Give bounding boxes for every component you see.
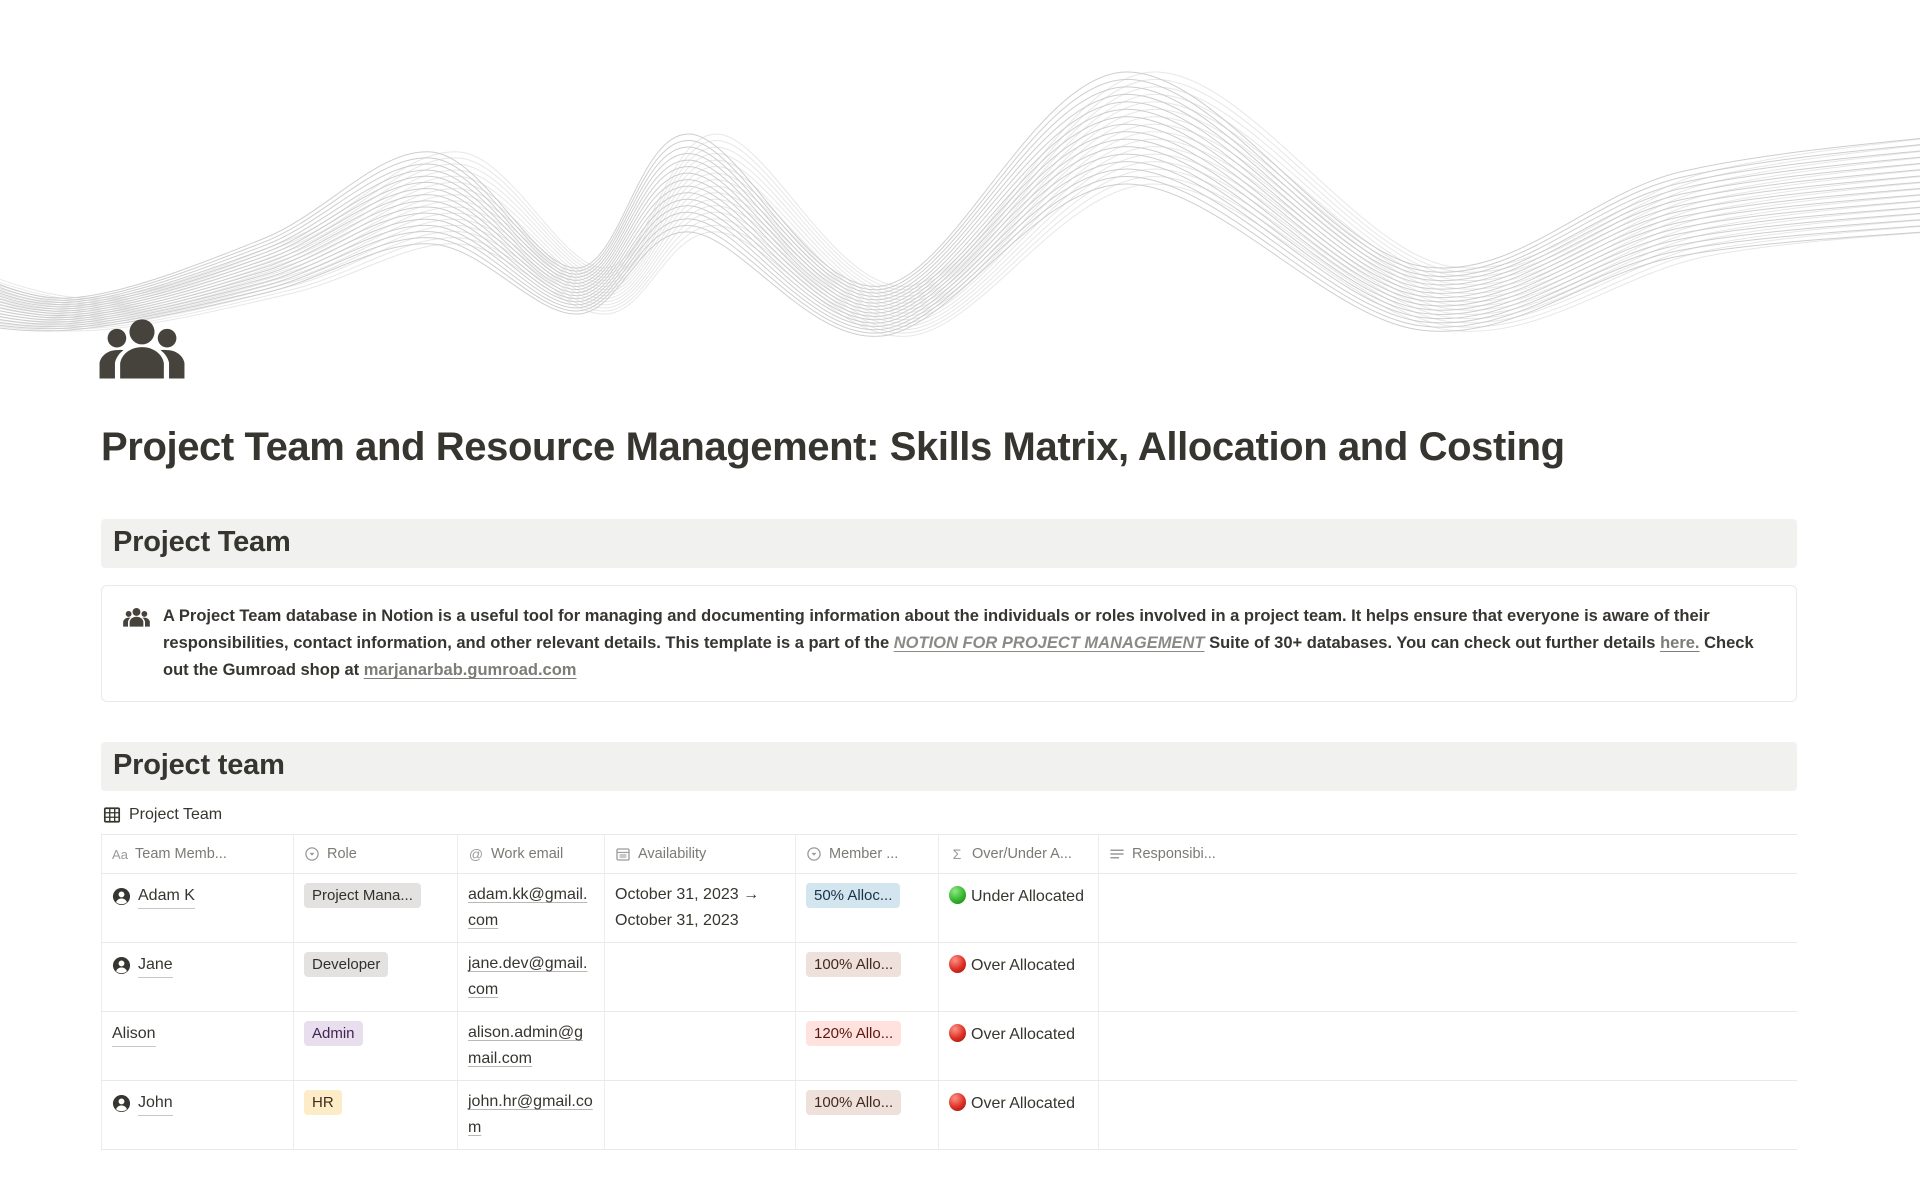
cell-over-under-allocated[interactable]: Over Allocated [939,1012,1099,1080]
wave-pattern [0,0,1920,360]
people-group-icon [123,606,150,628]
status-label: Over Allocated [971,1095,1075,1112]
link-notion-for-project-management[interactable]: NOTION FOR PROJECT MANAGEMENT [894,634,1205,652]
table-row-jane: Jane Developer jane.dev@gmail.com 100% A… [101,943,1797,1012]
person-icon [112,887,131,906]
page-title: Project Team and Resource Management: Sk… [101,424,1797,470]
cell-work-email[interactable]: john.hr@gmail.com [458,1081,605,1149]
cell-member-allocation[interactable]: 100% Allo... [796,943,939,1011]
cell-availability[interactable] [605,943,796,1011]
cell-over-under-allocated[interactable]: Over Allocated [939,1081,1099,1149]
table-row-alison: Alison Admin alison.admin@gmail.com 120%… [101,1012,1797,1081]
text-icon [1109,846,1125,862]
status-red-circle-icon [949,1093,966,1111]
status-red-circle-icon [949,955,966,973]
callout: A Project Team database in Notion is a u… [101,585,1797,702]
database-view-title[interactable]: Project Team [101,802,1797,828]
allocation-tag: 50% Alloc... [806,883,900,908]
select-icon [806,846,822,862]
project-team-table: Aa Team Memb... Role @ Work email Availa… [101,834,1797,1150]
cover-image [0,0,1920,360]
status-label: Over Allocated [971,957,1075,974]
allocation-tag: 120% Allo... [806,1021,901,1046]
heading-project-team-lower: Project team [101,742,1797,791]
callout-text: A Project Team database in Notion is a u… [163,603,1774,684]
select-icon [304,846,320,862]
cell-team-member[interactable]: Adam K [101,874,294,942]
person-icon [112,1094,131,1113]
link-here[interactable]: here. [1660,634,1699,652]
cell-responsibilities[interactable] [1099,1081,1797,1149]
cell-availability[interactable]: October 31, 2023 → October 31, 2023 [605,874,796,942]
cell-role[interactable]: Project Mana... [294,874,458,942]
title-icon: Aa [112,846,128,862]
cell-work-email[interactable]: jane.dev@gmail.com [458,943,605,1011]
person-icon [112,956,131,975]
cell-over-under-allocated[interactable]: Over Allocated [939,943,1099,1011]
cell-team-member[interactable]: John [101,1081,294,1149]
allocation-tag: 100% Allo... [806,1090,901,1115]
page-icon-people[interactable] [99,308,185,388]
role-tag: Project Mana... [304,883,421,908]
table-row-adam-k: Adam K Project Mana... adam.kk@gmail.com… [101,874,1797,943]
cell-member-allocation[interactable]: 100% Allo... [796,1081,939,1149]
cell-responsibilities[interactable] [1099,874,1797,942]
callout-paragraph-2: Suite of 30+ databases. You can check ou… [1205,634,1661,652]
heading-text: Project team [113,749,285,781]
status-label: Over Allocated [971,1026,1075,1043]
cell-role[interactable]: Admin [294,1012,458,1080]
link-gumroad-shop[interactable]: marjanarbab.gumroad.com [364,661,577,679]
status-red-circle-icon [949,1024,966,1042]
cell-availability[interactable] [605,1012,796,1080]
table-icon [103,806,121,824]
date-icon [615,846,631,862]
column-header-member-allocation[interactable]: Member ... [796,835,939,873]
table-row-john: John HR john.hr@gmail.com 100% Allo... O… [101,1081,1797,1150]
cell-work-email[interactable]: adam.kk@gmail.com [458,874,605,942]
cell-role[interactable]: Developer [294,943,458,1011]
cell-responsibilities[interactable] [1099,943,1797,1011]
role-tag: HR [304,1090,342,1115]
cell-team-member[interactable]: Jane [101,943,294,1011]
table-header-row: Aa Team Memb... Role @ Work email Availa… [101,834,1797,874]
cell-over-under-allocated[interactable]: Under Allocated [939,874,1099,942]
cell-work-email[interactable]: alison.admin@gmail.com [458,1012,605,1080]
cell-member-allocation[interactable]: 120% Allo... [796,1012,939,1080]
role-tag: Developer [304,952,388,977]
status-green-circle-icon [949,886,966,904]
cell-member-allocation[interactable]: 50% Alloc... [796,874,939,942]
heading-text: Project Team [113,526,291,558]
formula-icon: Σ [949,846,965,862]
column-header-availability[interactable]: Availability [605,835,796,873]
column-header-work-email[interactable]: @ Work email [458,835,605,873]
cell-responsibilities[interactable] [1099,1012,1797,1080]
database-name: Project Team [129,806,222,824]
column-header-role[interactable]: Role [294,835,458,873]
column-header-over-under-allocated[interactable]: Σ Over/Under A... [939,835,1099,873]
cell-team-member[interactable]: Alison [101,1012,294,1080]
heading-project-team: Project Team [101,519,1797,568]
allocation-tag: 100% Allo... [806,952,901,977]
cell-role[interactable]: HR [294,1081,458,1149]
column-header-team-member[interactable]: Aa Team Memb... [101,835,294,873]
column-header-responsibilities[interactable]: Responsibi... [1099,835,1797,873]
cell-availability[interactable] [605,1081,796,1149]
role-tag: Admin [304,1021,363,1046]
status-label: Under Allocated [971,888,1084,905]
email-icon: @ [468,846,484,862]
